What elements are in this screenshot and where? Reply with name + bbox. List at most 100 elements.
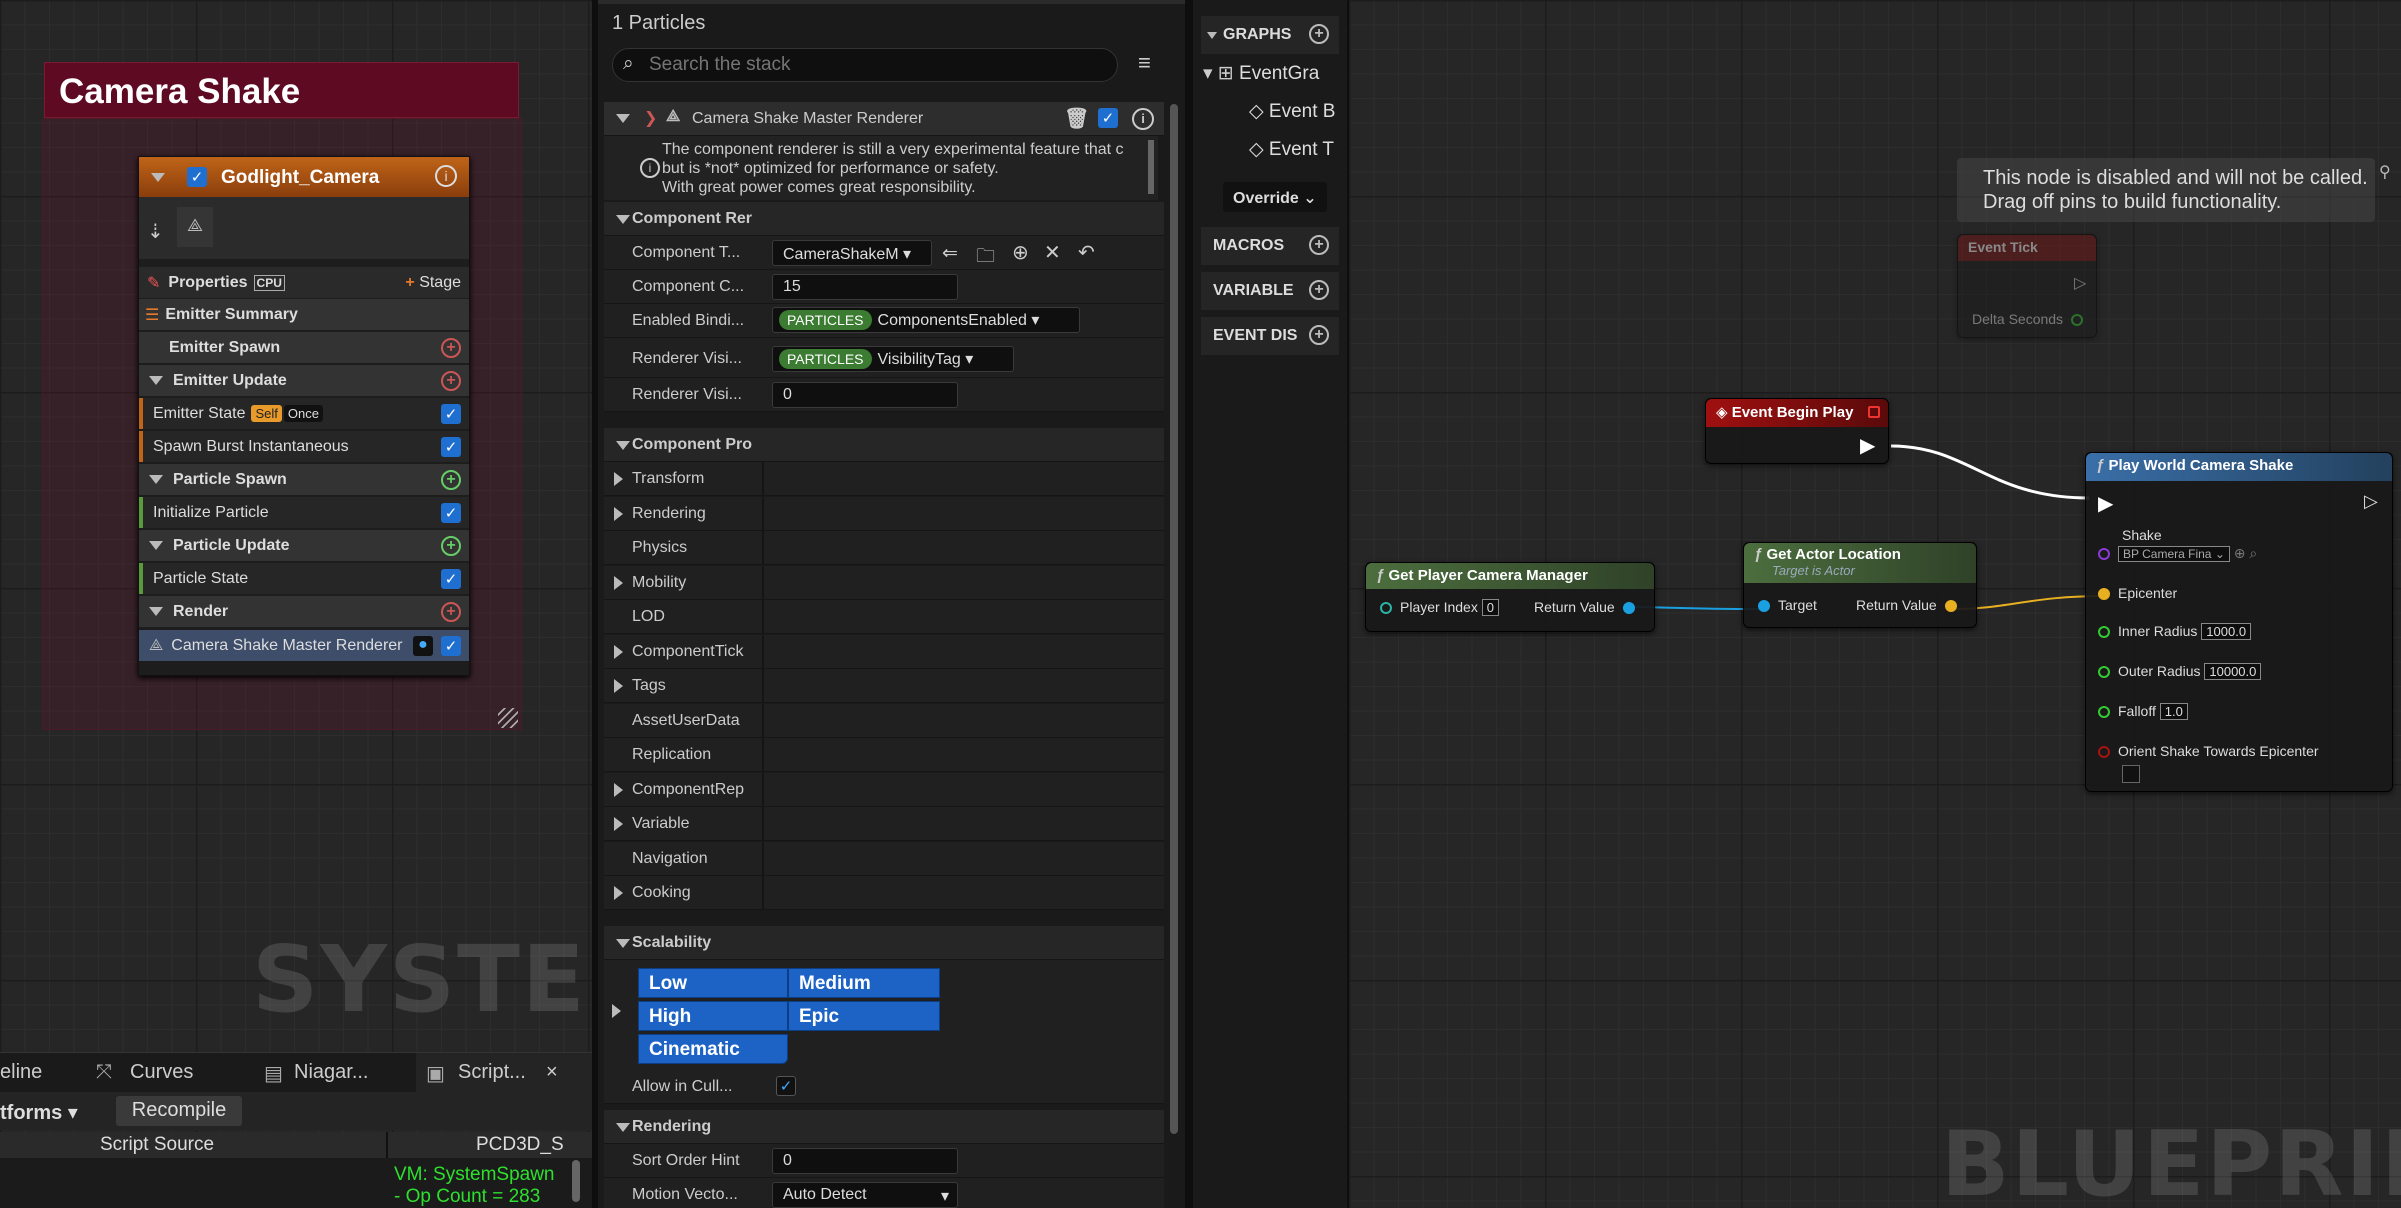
exec-out-pin-icon[interactable]: ▶ xyxy=(1860,433,1875,458)
scalability-section[interactable]: Scalability xyxy=(604,926,1164,960)
system-title-bar[interactable]: Camera Shake xyxy=(44,62,519,118)
motion-vector-row[interactable]: Motion Vecto... Auto Detect ▾ xyxy=(604,1178,1164,1208)
enabled-checkbox[interactable]: ✓ xyxy=(441,502,461,523)
emitter-node[interactable]: ✓ Godlight_Camera i ⇣ ⟁ ✎ Properties CPU… xyxy=(138,156,470,676)
add-module-icon[interactable]: + xyxy=(441,469,461,490)
recompile-button[interactable]: Recompile xyxy=(116,1096,242,1126)
category-row[interactable]: Navigation xyxy=(604,841,1164,876)
enabled-checkbox[interactable]: ✓ xyxy=(441,403,461,424)
spawn-burst-row[interactable]: Spawn Burst Instantaneous ✓ xyxy=(139,431,469,462)
close-icon[interactable]: × xyxy=(546,1061,558,1084)
override-dropdown[interactable]: Override ⌄ xyxy=(1223,182,1327,212)
enabled-checkbox[interactable]: ✓ xyxy=(441,635,461,656)
add-icon[interactable]: ⊕ xyxy=(1012,240,1029,265)
component-renderer-section[interactable]: Component Rer xyxy=(604,202,1164,236)
exec-in-pin-icon[interactable]: ▶ xyxy=(2098,491,2113,516)
event-dispatchers-header[interactable]: EVENT DIS + xyxy=(1201,317,1339,355)
player-index-input[interactable]: 0 xyxy=(1481,599,1499,616)
expand-arrow-icon[interactable] xyxy=(612,1004,621,1018)
category-row[interactable]: ComponentTick xyxy=(604,634,1164,669)
platforms-dropdown[interactable]: tforms ▾ xyxy=(0,1100,78,1125)
category-row[interactable]: Tags xyxy=(604,669,1164,703)
particle-update-row[interactable]: Particle Update + xyxy=(139,530,469,561)
variables-header[interactable]: VARIABLE + xyxy=(1201,272,1339,310)
stage-button[interactable]: + Stage xyxy=(405,274,461,292)
get-actor-location-node[interactable]: ƒ Get Actor Location Target is Actor Targ… xyxy=(1743,542,1977,628)
emitter-summary-row[interactable]: ☰ Emitter Summary xyxy=(139,299,469,330)
allow-in-cull-checkbox[interactable]: ✓ xyxy=(776,1076,796,1096)
collapse-arrow-icon[interactable] xyxy=(616,215,630,224)
collapse-arrow-icon[interactable] xyxy=(149,541,163,550)
orient-pin[interactable]: Orient Shake Towards Epicenter xyxy=(2098,743,2319,759)
component-type-dropdown[interactable]: CameraShakeM ▾ xyxy=(772,240,932,266)
macros-header[interactable]: MACROS + xyxy=(1201,227,1339,265)
event-item-tick[interactable]: ◇ Event T xyxy=(1249,138,1334,161)
visibility-tag-dropdown[interactable]: PARTICLES VisibilityTag ▾ xyxy=(772,346,1014,372)
collapse-arrow-icon[interactable] xyxy=(616,441,630,450)
search-box[interactable]: ⌕ xyxy=(612,48,1118,82)
initialize-particle-row[interactable]: Initialize Particle ✓ xyxy=(139,497,469,528)
renderer-visibility-input[interactable]: 0 xyxy=(772,382,958,408)
component-type-row[interactable]: Component T... CameraShakeM ▾ ⇐ 🗀 ⊕ ✕ ↶ xyxy=(604,236,1164,270)
target-pin[interactable]: Target xyxy=(1758,597,1817,613)
scalability-high-button[interactable]: High xyxy=(638,1001,788,1031)
collapse-arrow-icon[interactable] xyxy=(151,173,165,182)
category-row[interactable]: Variable xyxy=(604,807,1164,841)
enabled-checkbox[interactable]: ✓ xyxy=(441,436,461,457)
renderer-thumb-icon[interactable]: ⟁ xyxy=(177,207,213,247)
delegate-pin-icon[interactable] xyxy=(1868,406,1880,418)
return-value-pin[interactable]: Return Value xyxy=(1534,599,1635,615)
delete-icon[interactable]: 🗑 xyxy=(1064,106,1089,131)
expand-arrow-icon[interactable] xyxy=(614,575,623,590)
expand-arrow-icon[interactable] xyxy=(614,644,623,659)
play-world-camera-shake-node[interactable]: ƒ Play World Camera Shake ▶ ▷ Shake BP C… xyxy=(2085,452,2393,792)
category-row[interactable]: Rendering xyxy=(604,496,1164,531)
particle-spawn-row[interactable]: Particle Spawn + xyxy=(139,464,469,495)
add-dispatcher-icon[interactable]: + xyxy=(1309,325,1329,345)
particle-state-row[interactable]: Particle State ✓ xyxy=(139,563,469,594)
outer-radius-input[interactable]: 10000.0 xyxy=(2204,663,2262,680)
exec-out-pin-icon[interactable]: ▷ xyxy=(2074,273,2086,293)
scalability-medium-button[interactable]: Medium xyxy=(788,968,940,998)
shake-pin[interactable]: BP Camera Fina ⌄ ⊕ ⌕ xyxy=(2098,545,2257,562)
reset-icon[interactable]: ↶ xyxy=(1078,240,1095,265)
enabled-binding-dropdown[interactable]: PARTICLES ComponentsEnabled ▾ xyxy=(772,307,1080,333)
filter-icon[interactable]: ≡ xyxy=(1138,50,1151,76)
add-variable-icon[interactable]: + xyxy=(1309,280,1329,300)
get-player-camera-manager-node[interactable]: ƒ Get Player Camera Manager Player Index… xyxy=(1365,562,1655,632)
component-properties-section[interactable]: Component Pro xyxy=(604,428,1164,462)
system-overview-panel[interactable]: Camera Shake ✓ Godlight_Camera i ⇣ ⟁ ✎ P… xyxy=(0,0,592,1208)
category-row[interactable]: Replication xyxy=(604,738,1164,772)
renderer-visibility-row[interactable]: Renderer Visi... 0 xyxy=(604,378,1164,412)
tab-timeline[interactable]: eline xyxy=(0,1061,42,1084)
renderer-header-row[interactable]: ❯ ⟁ Camera Shake Master Renderer 🗑 ✓ i xyxy=(604,102,1164,136)
collapse-arrow-icon[interactable] xyxy=(149,475,163,484)
scalability-low-button[interactable]: Low xyxy=(638,968,788,998)
component-count-input[interactable]: 15 xyxy=(772,274,958,300)
search-input[interactable] xyxy=(649,53,1089,77)
resize-handle-icon[interactable] xyxy=(498,708,518,728)
rendering-section[interactable]: Rendering xyxy=(604,1110,1164,1144)
renderer-visibility-tag-row[interactable]: Renderer Visi... PARTICLES VisibilityTag … xyxy=(604,338,1164,378)
enabled-checkbox[interactable]: ✓ xyxy=(441,568,461,589)
orient-checkbox[interactable] xyxy=(2122,765,2140,783)
collapse-arrow-icon[interactable] xyxy=(149,607,163,616)
tab-curves[interactable]: Curves xyxy=(130,1061,193,1084)
properties-row[interactable]: ✎ Properties CPU + Stage xyxy=(139,267,469,298)
category-row[interactable]: Transform xyxy=(604,462,1164,496)
add-module-icon[interactable]: + xyxy=(441,601,461,622)
clear-icon[interactable]: ✕ xyxy=(1044,240,1061,265)
blueprint-graph[interactable]: This node is disabled and will not be ca… xyxy=(1347,0,2401,1208)
category-row[interactable]: Physics xyxy=(604,531,1164,565)
sort-order-row[interactable]: Sort Order Hint 0 xyxy=(604,1144,1164,1178)
collapse-arrow-icon[interactable] xyxy=(1207,32,1217,39)
event-graph-item[interactable]: ▾ ⊞ EventGra xyxy=(1203,62,1319,85)
category-row[interactable]: Mobility xyxy=(604,565,1164,600)
add-module-icon[interactable]: + xyxy=(441,535,461,556)
scrollbar[interactable] xyxy=(1148,140,1154,194)
stack-scrollbar[interactable] xyxy=(1170,104,1178,1134)
expand-arrow-icon[interactable] xyxy=(614,506,623,521)
exec-out-pin-icon[interactable]: ▷ xyxy=(2364,491,2378,512)
player-index-pin[interactable]: Player Index 0 xyxy=(1380,599,1499,616)
tab-niagara-log[interactable]: Niagar... xyxy=(294,1061,368,1084)
